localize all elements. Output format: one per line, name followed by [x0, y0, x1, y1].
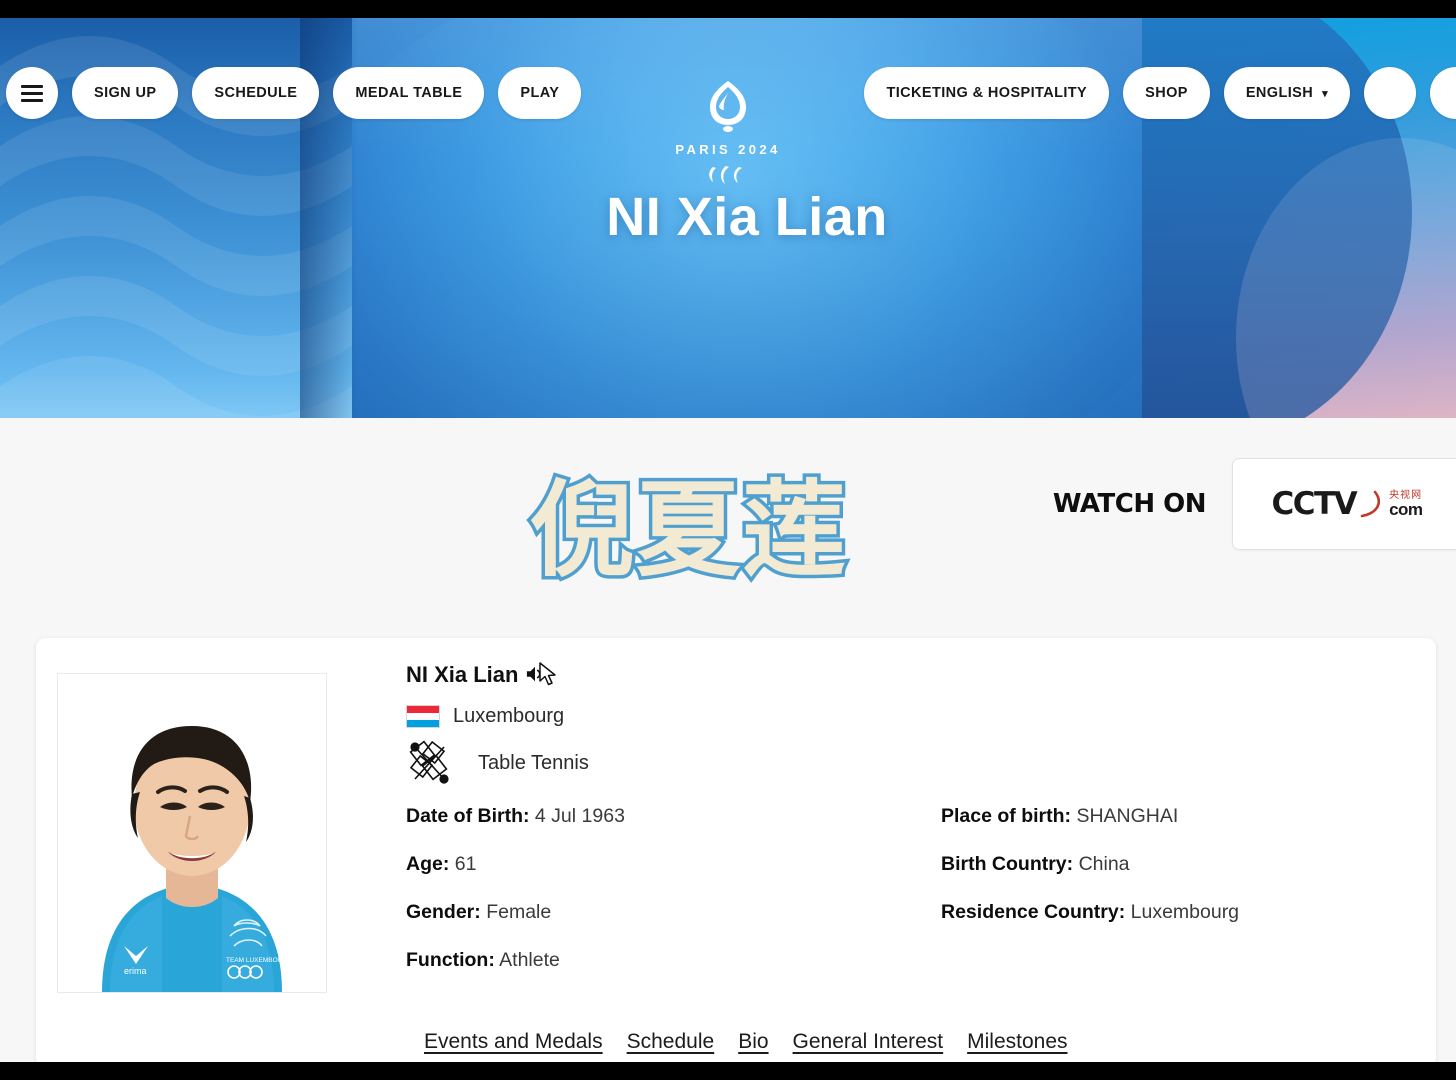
fact-label: Date of Birth:	[406, 805, 530, 827]
athlete-portrait-image: erima TEAM LUXEMBOURG	[58, 674, 326, 992]
cctv-logo: CCTV 央视网 com	[1271, 486, 1423, 522]
nav-item-account-button[interactable]	[1430, 67, 1456, 119]
cctv-swoosh-icon	[1360, 490, 1380, 518]
fact-birth-country: Birth Country: China	[941, 853, 1239, 876]
fact-label: Function:	[406, 949, 495, 971]
fact-value: Luxembourg	[1130, 901, 1240, 923]
hero-athlete-name: NI Xia Lian	[606, 187, 888, 247]
fact-label: Gender:	[406, 901, 481, 923]
browser-viewport: PARIS 2024 NI Xia Lian SIGN UP SCHEDULE …	[0, 18, 1456, 1062]
athlete-profile-card: erima TEAM LUXEMBOURG NI Xia Lian Luxemb…	[36, 638, 1436, 1062]
luxembourg-flag-icon	[406, 705, 440, 728]
svg-text:erima: erima	[124, 966, 147, 976]
nav-item-language-selector[interactable]: ENGLISH ▾	[1223, 67, 1350, 119]
language-label: ENGLISH	[1245, 85, 1314, 101]
letterbox-top-bar	[0, 0, 1456, 18]
nav-item-schedule[interactable]: SCHEDULE	[192, 67, 320, 119]
fact-function: Function: Athlete	[406, 949, 625, 972]
table-tennis-pictogram-icon	[409, 740, 449, 784]
fact-label: Place of birth:	[941, 805, 1072, 827]
fact-date-of-birth: Date of Birth: 4 Jul 1963	[406, 805, 625, 828]
hero-banner: PARIS 2024 NI Xia Lian SIGN UP SCHEDULE …	[0, 18, 1456, 418]
tab-general-interest[interactable]: General Interest	[793, 1030, 944, 1054]
letterbox-bottom-bar	[0, 1062, 1456, 1080]
cctv-suffix: 央视网 com	[1389, 489, 1423, 519]
fact-label: Birth Country:	[941, 853, 1074, 875]
athlete-country-row: Luxembourg	[406, 705, 1416, 728]
athlete-facts-left-column: Date of Birth: 4 Jul 1963 Age: 61 Gender…	[406, 805, 625, 997]
watch-on-section: WATCH ON CCTV 央视网 com	[1053, 458, 1456, 550]
nav-item-play[interactable]: PLAY	[498, 67, 582, 119]
broadcaster-cctv-card[interactable]: CCTV 央视网 com	[1232, 458, 1456, 550]
svg-text:TEAM LUXEMBOURG: TEAM LUXEMBOURG	[226, 957, 292, 964]
athlete-country-label: Luxembourg	[453, 705, 565, 727]
tab-schedule[interactable]: Schedule	[627, 1030, 715, 1054]
fact-residence-country: Residence Country: Luxembourg	[941, 901, 1239, 924]
tab-bio[interactable]: Bio	[738, 1030, 768, 1054]
fact-value: China	[1078, 853, 1130, 875]
chinese-name-overlay: 倪夏莲	[526, 469, 849, 591]
watch-on-label: WATCH ON	[1052, 489, 1207, 519]
tab-milestones[interactable]: Milestones	[967, 1030, 1067, 1054]
fact-value: Female	[486, 901, 552, 923]
hamburger-menu-icon	[21, 84, 43, 102]
fact-value: 4 Jul 1963	[534, 805, 625, 827]
cctv-chinese-label: 央视网	[1389, 489, 1423, 501]
fact-value: 61	[454, 853, 477, 875]
athlete-portrait: erima TEAM LUXEMBOURG	[57, 673, 327, 993]
athlete-info-block: NI Xia Lian Luxembourg Table Tennis Date…	[406, 662, 1416, 1015]
athlete-facts: Date of Birth: 4 Jul 1963 Age: 61 Gender…	[406, 805, 1416, 1015]
fact-label: Age:	[406, 853, 450, 875]
secondary-navigation: TICKETING & HOSPITALITY SHOP ENGLISH ▾	[864, 62, 1456, 124]
fact-label: Residence Country:	[941, 901, 1126, 923]
fact-gender: Gender: Female	[406, 901, 625, 924]
nav-item-shop[interactable]: SHOP	[1123, 67, 1210, 119]
nav-item-ticketing-hospitality[interactable]: TICKETING & HOSPITALITY	[864, 67, 1110, 119]
cctv-wordmark: CCTV	[1271, 486, 1357, 522]
fact-value: SHANGHAI	[1076, 805, 1179, 827]
athlete-sport-label: Table Tennis	[478, 751, 589, 774]
cctv-com-label: com	[1389, 499, 1423, 519]
athlete-name-row: NI Xia Lian	[406, 662, 1416, 688]
athlete-facts-right-column: Place of birth: SHANGHAI Birth Country: …	[941, 805, 1239, 949]
athlete-name-text: NI Xia Lian	[406, 662, 519, 687]
nav-item-medal-table[interactable]: MEDAL TABLE	[333, 67, 485, 119]
fact-age: Age: 61	[406, 853, 625, 876]
fact-place-of-birth: Place of birth: SHANGHAI	[941, 805, 1239, 828]
fact-value: Athlete	[499, 949, 560, 971]
mouse-cursor-icon	[539, 662, 557, 686]
chevron-down-icon: ▾	[1322, 87, 1328, 100]
tab-events-and-medals[interactable]: Events and Medals	[424, 1030, 603, 1054]
nav-item-search-button[interactable]	[1364, 67, 1416, 119]
athlete-section-tabs: Events and Medals Schedule Bio General I…	[424, 1030, 1068, 1054]
hamburger-menu-button[interactable]	[6, 67, 58, 119]
athlete-sport-row: Table Tennis	[406, 739, 1416, 787]
nav-item-sign-up[interactable]: SIGN UP	[72, 67, 179, 119]
